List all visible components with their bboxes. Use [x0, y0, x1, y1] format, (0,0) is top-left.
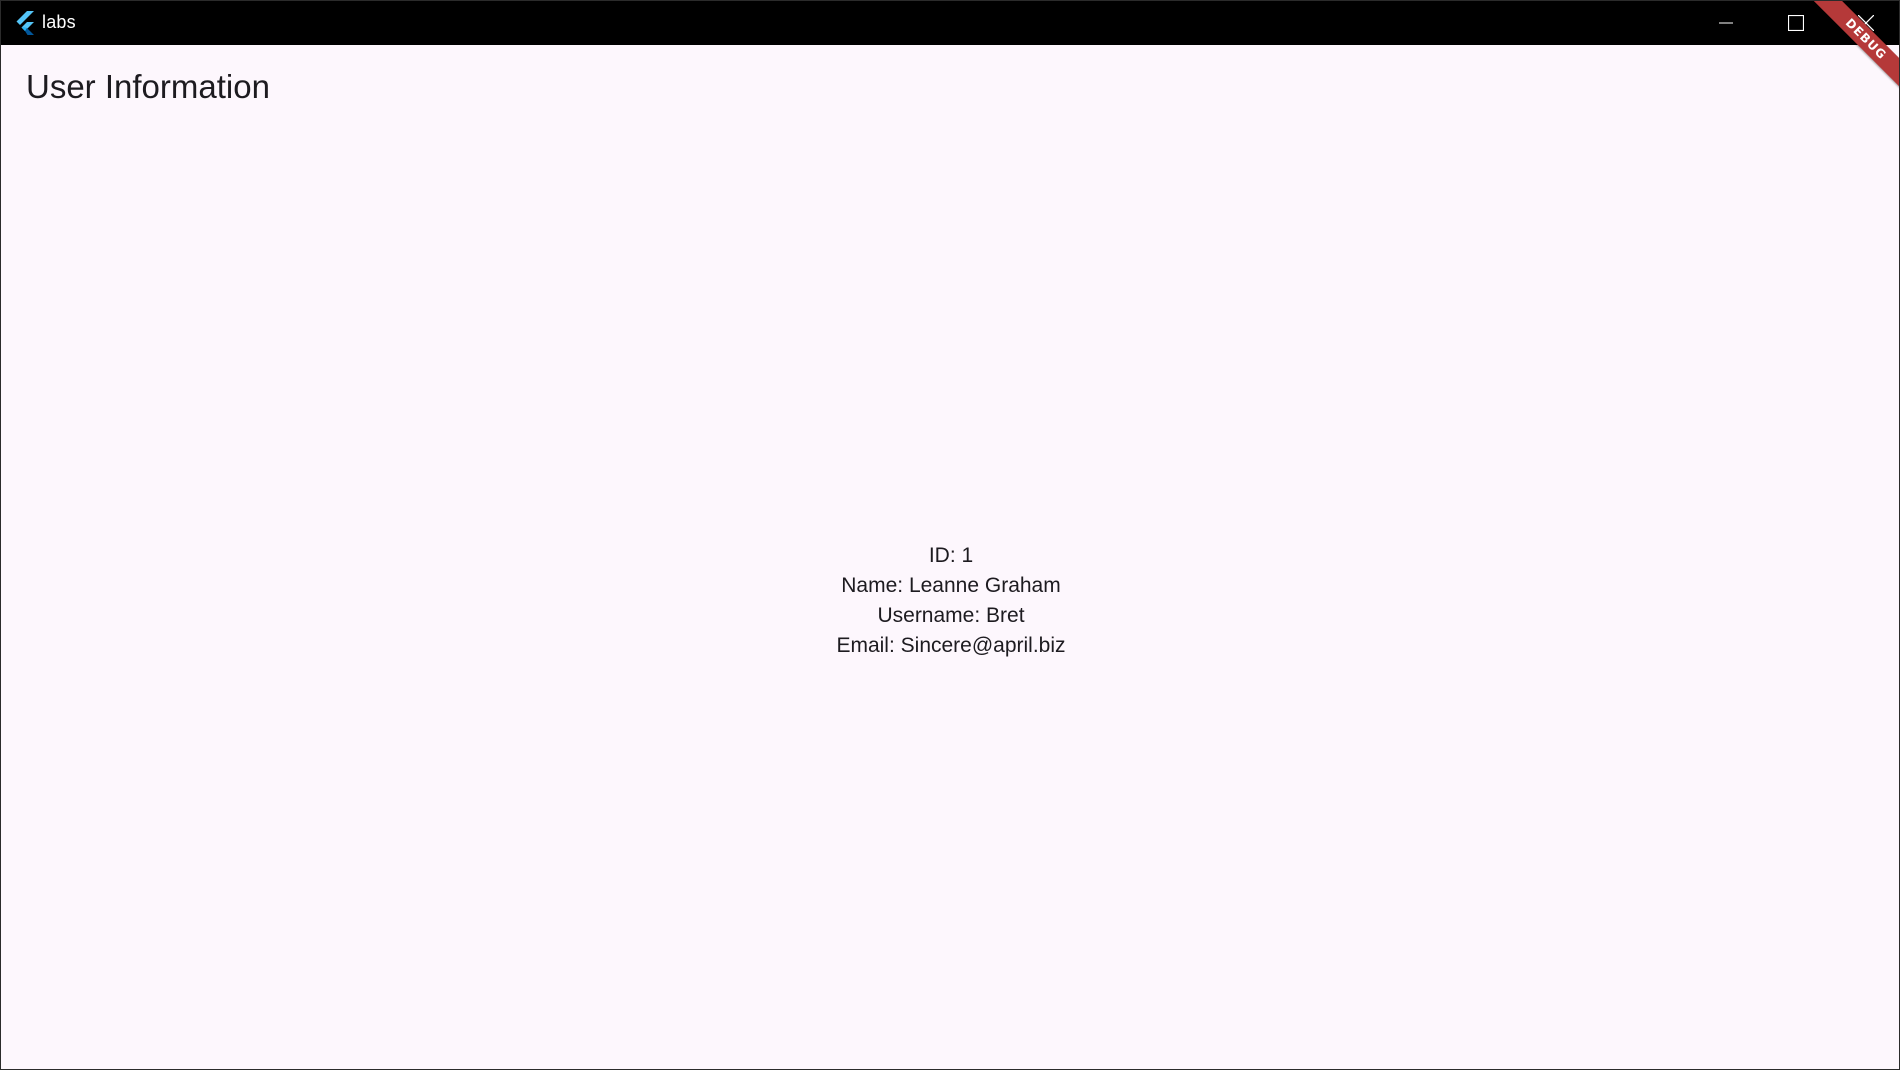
user-email-label: Email: [836, 634, 901, 657]
maximize-button[interactable] [1761, 1, 1831, 45]
close-icon [1858, 15, 1874, 31]
user-name-label: Name: [841, 574, 909, 597]
window-title: labs [42, 12, 76, 32]
user-email-row: Email: Sincere@april.biz [836, 631, 1065, 661]
user-username-value: Bret [986, 604, 1025, 627]
user-name-row: Name: Leanne Graham [841, 571, 1060, 601]
minimize-icon [1719, 16, 1733, 30]
user-id-row: ID: 1 [929, 541, 973, 571]
user-details: ID: 1 Name: Leanne Graham Username: Bret… [1, 541, 1899, 661]
user-username-row: Username: Bret [877, 601, 1024, 631]
close-button[interactable] [1831, 1, 1899, 45]
flutter-logo-icon [14, 11, 36, 35]
user-id-label: ID: [928, 544, 962, 567]
app-window: labs User Information DEBUG ID: 1 Name: … [0, 0, 1900, 1070]
page-title: User Information [26, 68, 270, 105]
user-username-label: Username: [877, 604, 987, 627]
title-bar[interactable]: labs [1, 1, 1899, 45]
user-name-value: Leanne Graham [908, 574, 1061, 597]
maximize-icon [1788, 15, 1804, 31]
minimize-button[interactable] [1691, 1, 1761, 45]
user-email-value: Sincere@april.biz [900, 634, 1066, 657]
user-id-value: 1 [961, 544, 974, 567]
